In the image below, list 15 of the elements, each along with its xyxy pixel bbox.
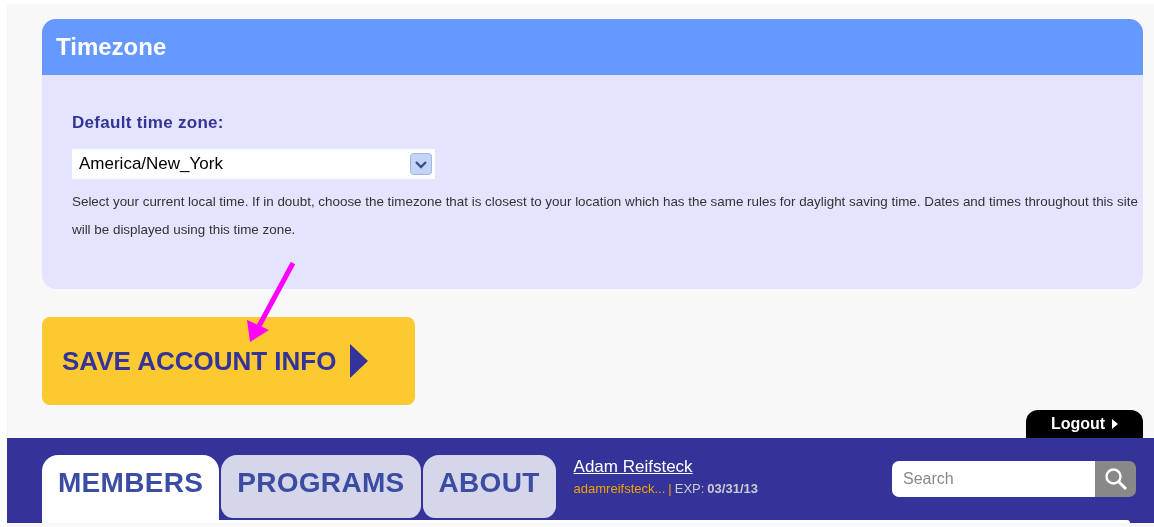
field-label: Default time zone: xyxy=(72,113,225,133)
username: adamreifsteck... xyxy=(573,481,666,496)
nav-tab[interactable]: MEMBERS xyxy=(42,455,220,520)
expiry-label: EXP: xyxy=(674,481,705,496)
logout-button[interactable]: Logout xyxy=(1026,410,1143,438)
expiry-date: 03/31/13 xyxy=(707,481,758,496)
panel-title: Timezone xyxy=(56,33,167,61)
timezone-dropdown[interactable]: America/New_York xyxy=(72,149,435,179)
nav-tab[interactable]: ABOUT xyxy=(422,455,556,518)
separator: | xyxy=(668,481,672,496)
nav-tab[interactable]: PROGRAMS xyxy=(221,455,421,518)
search-field[interactable]: Search xyxy=(892,461,1095,497)
help-text: Select your current local time. If in doubt, choose the timezone that is closest to your location which has the same rules for daylight saving time. Dates and times throughout this site will be displayed using this time zone. xyxy=(72,193,1139,239)
save-account-button[interactable]: SAVE ACCOUNT INFO xyxy=(42,317,415,405)
user-name-link[interactable]: Adam Reifsteck xyxy=(573,457,758,477)
